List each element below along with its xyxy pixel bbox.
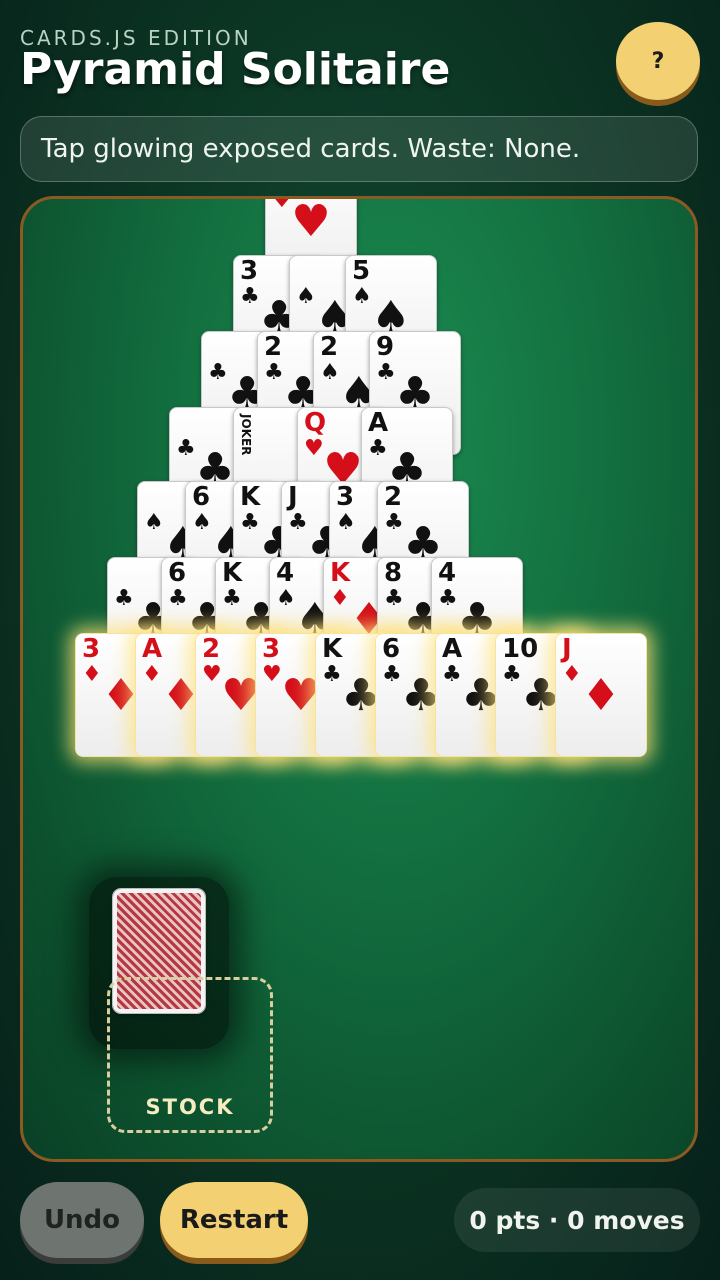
card-rank: 3 <box>336 482 355 512</box>
card-rank: 2 <box>384 482 403 512</box>
card-rank: K <box>222 558 243 588</box>
card-rank: 4 <box>276 558 295 588</box>
card-rank: 3 <box>262 634 281 664</box>
card-rank: 4 <box>438 558 457 588</box>
card-rank: 2 <box>202 634 221 664</box>
game-table: STOCK A♥♥3♣♣♠♠5♠♠♣♣2♣♣2♠♠9♣♣♣♣JOKERQ♥♥A♣… <box>20 196 698 1162</box>
card-rank: J <box>288 482 298 512</box>
card-rank: Q <box>304 408 327 438</box>
undo-button[interactable]: Undo <box>20 1182 144 1258</box>
card-rank: 10 <box>502 634 539 664</box>
card-rank: K <box>330 558 351 588</box>
card-rank: 9 <box>376 332 395 362</box>
card-rank: 6 <box>382 634 401 664</box>
help-button[interactable]: ? <box>616 22 700 100</box>
card-rank: 6 <box>168 558 187 588</box>
card-rank: 2 <box>264 332 283 362</box>
status-banner: Tap glowing exposed cards. Waste: None. <box>20 116 698 182</box>
card-pip-icon: ♦ <box>581 670 621 721</box>
card-rank: A <box>142 634 163 664</box>
card-rank: 3 <box>82 634 101 664</box>
card-rank: 3 <box>240 256 259 286</box>
card-rank: K <box>240 482 261 512</box>
card-rank: 2 <box>320 332 339 362</box>
restart-button[interactable]: Restart <box>160 1182 308 1258</box>
status-text: Tap glowing exposed cards. Waste: None. <box>41 134 581 164</box>
card-rank: A <box>442 634 463 664</box>
card-rank: JOKER <box>239 414 253 456</box>
card-rank: J <box>562 634 572 664</box>
pyramid-card[interactable]: J ♦ ♦ <box>555 633 647 757</box>
card-rank: A <box>368 408 389 438</box>
score-display: 0 pts · 0 moves <box>454 1188 700 1252</box>
page-title: Pyramid Solitaire <box>20 44 451 95</box>
card-pip-icon: ♥ <box>291 196 331 247</box>
card-rank: K <box>322 634 343 664</box>
card-rank: 5 <box>352 256 371 286</box>
card-rank: 8 <box>384 558 403 588</box>
stock-label: STOCK <box>145 1095 235 1119</box>
card-rank: 6 <box>192 482 211 512</box>
